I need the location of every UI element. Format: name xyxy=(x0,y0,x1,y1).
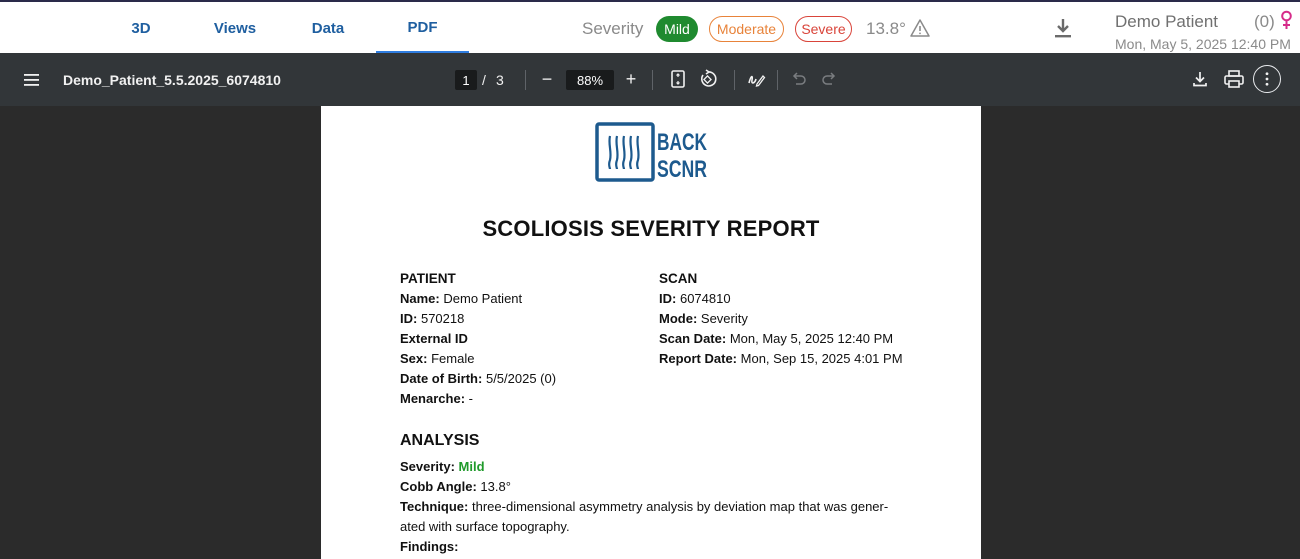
report-date-row: Report Date: Mon, Sep 15, 2025 4:01 PM xyxy=(659,351,903,366)
analysis-technique-row: Technique: three-dimensional asymmetry a… xyxy=(400,499,889,514)
severity-mild-badge[interactable]: Mild xyxy=(656,16,698,42)
undo-icon[interactable] xyxy=(790,69,808,89)
tab-views[interactable]: Views xyxy=(200,4,270,53)
cobb-angle-value: 13.8° xyxy=(866,19,906,38)
tab-3d[interactable]: 3D xyxy=(112,4,170,53)
patient-age: (0) xyxy=(1254,12,1275,31)
menu-icon[interactable] xyxy=(22,70,42,90)
patient-id-row: ID: 570218 xyxy=(400,311,465,326)
patient-name-row: Name: Demo Patient xyxy=(400,291,523,306)
toolbar-divider xyxy=(652,70,653,90)
fit-page-icon[interactable] xyxy=(669,69,687,89)
patient-section: PATIENT Name: Demo Patient ID: 570218 Ex… xyxy=(400,269,556,409)
page-separator: / xyxy=(482,72,486,88)
backscnr-logo: BACK SCNR xyxy=(595,122,709,184)
toolbar-divider xyxy=(734,70,735,90)
severity-severe-badge[interactable]: Severe xyxy=(795,16,852,42)
analysis-findings-label: Findings: xyxy=(400,539,459,554)
scan-section: SCAN ID: 6074810 Mode: Severity Scan Dat… xyxy=(659,269,903,369)
analysis-technique-cont: ated with surface topography. xyxy=(400,519,570,534)
rotate-icon[interactable] xyxy=(698,69,718,89)
report-title: SCOLIOSIS SEVERITY REPORT xyxy=(482,216,820,241)
scan-id-row: ID: 6074810 xyxy=(659,291,731,306)
zoom-out-button[interactable]: − xyxy=(537,69,557,89)
pdf-download-icon[interactable] xyxy=(1190,69,1210,89)
redo-icon[interactable] xyxy=(820,69,838,89)
analysis-severity-row: Severity: Mild xyxy=(400,459,485,474)
tab-pdf[interactable]: PDF xyxy=(376,4,469,53)
scan-heading: SCAN xyxy=(659,271,698,286)
pdf-viewer[interactable]: BACK SCNR SCOLIOSIS SEVERITY REPORT PATI… xyxy=(0,106,1300,559)
zoom-in-button[interactable]: + xyxy=(621,69,641,89)
severity-moderate-badge[interactable]: Moderate xyxy=(709,16,784,42)
pdf-toolbar: Demo_Patient_5.5.2025_6074810 1 / 3 − 88… xyxy=(0,53,1300,106)
patient-menarche-row: Menarche: - xyxy=(400,391,473,406)
analysis-section: ANALYSIS Severity: Mild Cobb Angle: 13.8… xyxy=(400,431,920,557)
app-header: 3D Views Data PDF Severity Mild Moderate… xyxy=(0,0,1300,53)
toolbar-divider xyxy=(525,70,526,90)
analysis-cobb-row: Cobb Angle: 13.8° xyxy=(400,479,511,494)
toolbar-divider xyxy=(777,70,778,90)
logo-text-scnr: SCNR xyxy=(657,156,707,183)
patient-dob-row: Date of Birth: 5/5/2025 (0) xyxy=(400,371,557,386)
document-title: Demo_Patient_5.5.2025_6074810 xyxy=(63,72,281,88)
patient-external-id-row: External ID xyxy=(400,331,468,346)
patient-sex-row: Sex: Female xyxy=(400,351,475,366)
patient-heading: PATIENT xyxy=(400,271,456,286)
severity-label: Severity xyxy=(582,19,644,38)
annotate-icon[interactable] xyxy=(746,69,766,89)
patient-name[interactable]: Demo Patient xyxy=(1115,12,1218,32)
scan-datetime: Mon, May 5, 2025 12:40 PM xyxy=(1115,36,1291,52)
scan-date-row: Scan Date: Mon, May 5, 2025 12:40 PM xyxy=(659,331,894,346)
tab-data[interactable]: Data xyxy=(296,4,360,53)
more-options-icon[interactable] xyxy=(1253,65,1281,93)
logo-text-back: BACK xyxy=(657,129,707,156)
zoom-level-input[interactable]: 88% xyxy=(566,70,614,90)
warning-icon xyxy=(910,19,930,37)
analysis-heading: ANALYSIS xyxy=(400,432,480,449)
page-number-input[interactable]: 1 xyxy=(455,70,477,90)
page-total: 3 xyxy=(496,72,504,88)
scan-mode-row: Mode: Severity xyxy=(659,311,748,326)
female-icon xyxy=(1281,10,1292,29)
pdf-page: BACK SCNR SCOLIOSIS SEVERITY REPORT PATI… xyxy=(321,106,981,559)
download-icon[interactable] xyxy=(1054,17,1072,39)
print-icon[interactable] xyxy=(1223,69,1245,89)
